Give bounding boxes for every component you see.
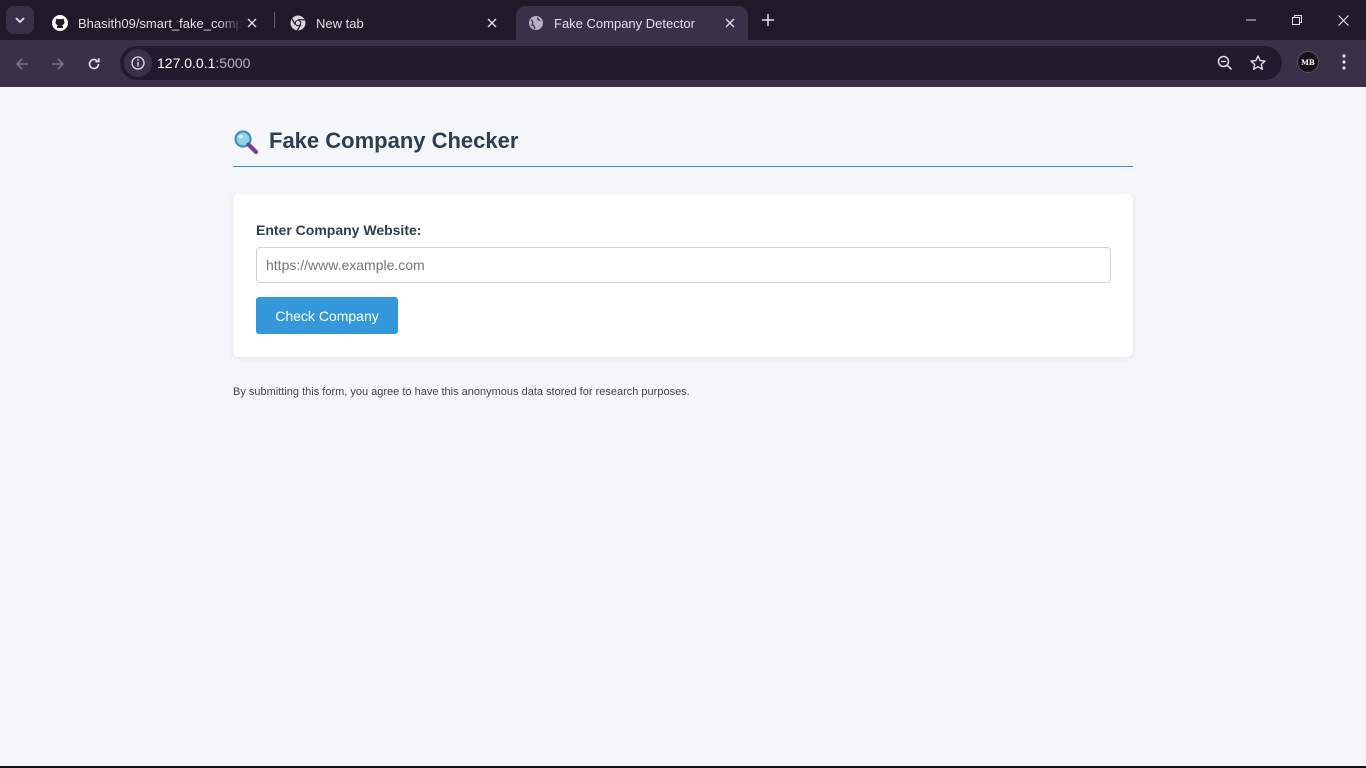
globe-icon — [528, 15, 544, 31]
plus-icon — [762, 14, 774, 26]
url-port: :5000 — [215, 55, 251, 71]
url-host: 127.0.0.1 — [157, 55, 216, 71]
zoom-button[interactable] — [1213, 51, 1237, 75]
more-vertical-icon — [1342, 54, 1346, 70]
minimize-icon — [1246, 19, 1256, 21]
profile-avatar[interactable]: MB — [1297, 51, 1319, 73]
browser-toolbar: 127.0.0.1:5000 MB — [0, 40, 1366, 87]
url-text: 127.0.0.1:5000 — [157, 55, 250, 71]
minimize-button[interactable] — [1228, 0, 1274, 40]
close-tab-icon[interactable] — [242, 13, 262, 33]
star-icon — [1250, 55, 1266, 70]
new-tab-button[interactable] — [756, 8, 780, 32]
tab-title: New tab — [316, 15, 364, 31]
reload-icon — [88, 58, 100, 70]
zoom-out-icon — [1217, 55, 1233, 71]
forward-button[interactable] — [44, 50, 72, 78]
reload-button[interactable] — [80, 50, 108, 78]
tab-title: Bhasith09/smart_fake_company — [78, 15, 242, 31]
github-icon — [52, 15, 68, 31]
tab-separator — [274, 12, 275, 28]
restore-button[interactable] — [1274, 0, 1320, 40]
chrome-icon — [290, 15, 306, 31]
magnifying-glass-icon — [234, 130, 259, 155]
checker-form-card: Enter Company Website: Check Company — [233, 194, 1133, 357]
back-button[interactable] — [8, 50, 36, 78]
check-company-button[interactable]: Check Company — [256, 297, 398, 334]
close-tab-icon[interactable] — [720, 13, 740, 33]
tab-strip: Bhasith09/smart_fake_company New tab Fak… — [0, 0, 1366, 40]
website-field-label: Enter Company Website: — [256, 222, 422, 238]
restore-icon — [1292, 15, 1302, 25]
close-icon — [1337, 14, 1349, 26]
site-info-button[interactable] — [124, 49, 152, 77]
info-icon — [131, 56, 145, 70]
browser-menu-button[interactable] — [1332, 50, 1356, 74]
arrow-left-icon — [15, 58, 28, 70]
chevron-down-icon — [15, 17, 25, 24]
tab-github[interactable]: Bhasith09/smart_fake_company — [40, 6, 270, 40]
page-title: Fake Company Checker — [269, 128, 519, 153]
close-tab-icon[interactable] — [482, 13, 502, 33]
tab-search-button[interactable] — [6, 6, 34, 34]
close-window-button[interactable] — [1320, 0, 1366, 40]
data-disclaimer: By submitting this form, you agree to ha… — [233, 386, 690, 398]
tab-new-tab[interactable]: New tab — [278, 6, 510, 40]
page-header: Fake Company Checker — [233, 127, 1133, 167]
tab-fake-company-detector[interactable]: Fake Company Detector — [516, 6, 748, 40]
page-content: Fake Company Checker Enter Company Websi… — [0, 87, 1366, 768]
company-website-input[interactable] — [256, 247, 1111, 283]
arrow-right-icon — [52, 58, 65, 70]
bookmark-button[interactable] — [1246, 51, 1270, 75]
address-bar[interactable]: 127.0.0.1:5000 — [120, 46, 1282, 80]
tab-title: Fake Company Detector — [554, 15, 695, 31]
